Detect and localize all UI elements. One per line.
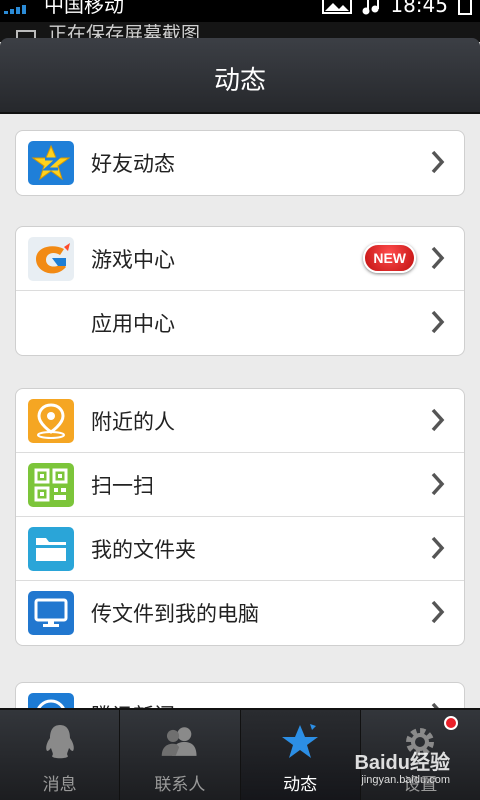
group-centers: 游戏中心 NEW APP 应用中心 bbox=[15, 226, 465, 356]
music-icon bbox=[362, 0, 380, 15]
group-friends: 好友动态 bbox=[15, 130, 465, 196]
tab-label: 联系人 bbox=[154, 775, 206, 795]
qzone-star-icon bbox=[28, 141, 74, 185]
star-icon bbox=[282, 724, 319, 758]
signal-icon bbox=[4, 4, 34, 14]
header-bar: 动态 bbox=[0, 38, 480, 114]
item-label: 好友动态 bbox=[91, 152, 175, 176]
item-label: 游戏中心 bbox=[91, 248, 175, 272]
tab-messages[interactable]: 消息 bbox=[0, 710, 121, 800]
chevron-right-icon bbox=[431, 600, 445, 624]
list-item-send-to-pc[interactable]: 传文件到我的电脑 bbox=[16, 581, 464, 645]
item-label: 扫一扫 bbox=[91, 474, 154, 498]
list-item-friend-feed[interactable]: 好友动态 bbox=[16, 131, 464, 195]
watermark-brand: Baidu经验 bbox=[354, 752, 450, 774]
app-icon-text: APP bbox=[35, 312, 67, 331]
chevron-right-icon bbox=[431, 472, 445, 496]
chevron-right-icon bbox=[431, 150, 445, 174]
carrier-name: 中国移动 bbox=[44, 0, 124, 17]
status-right: 18:45 bbox=[322, 0, 472, 16]
watermark-url: jingyan.baidu.com bbox=[361, 774, 450, 786]
folder-icon bbox=[28, 527, 74, 571]
penguin-icon bbox=[45, 725, 74, 759]
tab-label: 消息 bbox=[42, 775, 77, 795]
item-label: 我的文件夹 bbox=[91, 538, 196, 562]
computer-icon bbox=[28, 591, 74, 635]
status-bar: 中国移动 18:45 bbox=[0, 0, 480, 22]
chevron-right-icon bbox=[431, 310, 445, 334]
notification-dot bbox=[444, 716, 458, 730]
group-tools: 附近的人 扫一扫 我的文件夹 传文件到我的电脑 bbox=[15, 388, 465, 646]
page-title: 动态 bbox=[213, 66, 266, 96]
item-label: 应用中心 bbox=[91, 312, 175, 336]
chevron-right-icon bbox=[431, 246, 445, 270]
game-center-icon bbox=[28, 237, 74, 281]
new-badge: NEW bbox=[363, 243, 416, 273]
list-item-scan[interactable]: 扫一扫 bbox=[16, 453, 464, 517]
clock: 18:45 bbox=[390, 0, 448, 17]
list-item-my-folder[interactable]: 我的文件夹 bbox=[16, 517, 464, 581]
chevron-right-icon bbox=[431, 408, 445, 432]
list-item-game-center[interactable]: 游戏中心 NEW bbox=[16, 227, 464, 291]
image-icon bbox=[322, 0, 353, 14]
tab-feed[interactable]: 动态 bbox=[240, 710, 361, 800]
chevron-right-icon bbox=[431, 536, 445, 560]
item-label: 附近的人 bbox=[91, 410, 175, 434]
item-label: 传文件到我的电脑 bbox=[91, 602, 259, 626]
contacts-icon bbox=[161, 727, 197, 756]
app-center-icon: APP bbox=[28, 301, 74, 345]
list-item-app-center[interactable]: APP 应用中心 bbox=[16, 291, 464, 355]
battery-icon bbox=[458, 0, 472, 15]
location-pin-icon bbox=[28, 399, 74, 443]
list-item-nearby[interactable]: 附近的人 bbox=[16, 389, 464, 453]
tab-contacts[interactable]: 联系人 bbox=[120, 710, 241, 800]
qr-code-icon bbox=[28, 463, 74, 507]
tab-label: 动态 bbox=[283, 775, 318, 795]
